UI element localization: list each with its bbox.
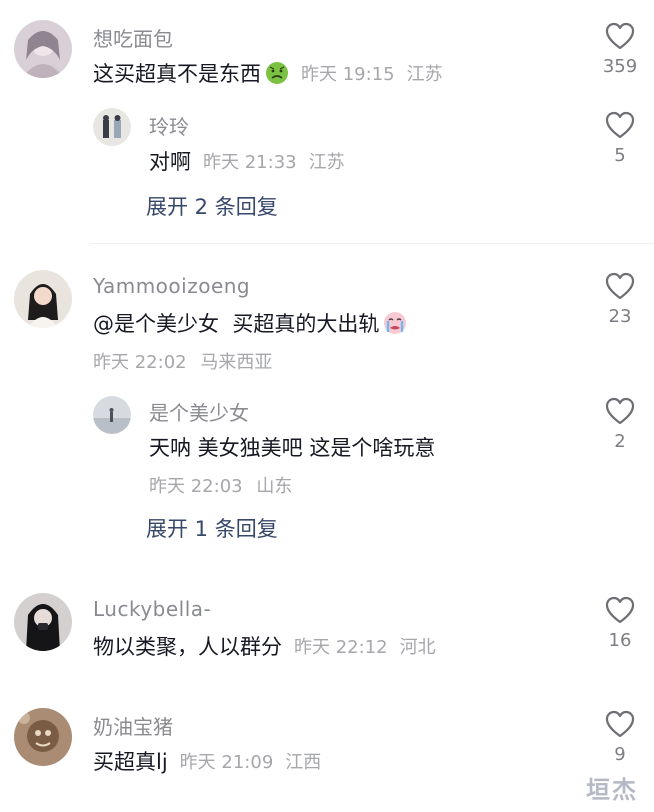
like-button[interactable]: 5 [600, 111, 640, 166]
reply-text-content: 对啊 [149, 150, 191, 174]
reply-text: 对啊 昨天 21:33 江苏 [149, 146, 345, 176]
comment-location: 江苏 [406, 64, 443, 85]
comment-time: 昨天 22:12 [294, 637, 388, 658]
comment-text: 买超真lj 昨天 21:09 江西 [93, 746, 321, 776]
comment-time: 昨天 21:09 [179, 752, 274, 773]
heart-outline-icon [605, 710, 635, 738]
comment-text: 物以类聚，人以群分 昨天 22:12 河北 [93, 631, 436, 661]
like-button[interactable]: 9 [600, 710, 640, 765]
avatar[interactable] [14, 593, 72, 651]
avatar[interactable] [14, 20, 72, 78]
comment-location: 江西 [285, 752, 322, 773]
reply-time: 昨天 22:03 [149, 476, 243, 497]
heart-outline-icon [605, 111, 635, 139]
comment-username[interactable]: Luckybella- [93, 597, 211, 621]
watermark: 垣杰 [586, 776, 638, 804]
reply-location: 江苏 [308, 152, 345, 173]
like-count: 359 [602, 56, 638, 77]
heart-outline-icon [605, 596, 635, 624]
comment-time: 昨天 22:02 [93, 352, 187, 373]
comment-meta: 昨天 22:02 马来西亚 [93, 348, 272, 374]
avatar[interactable] [93, 108, 131, 146]
like-count: 2 [614, 431, 626, 452]
like-count: 23 [608, 306, 632, 327]
comment-text-content: 买超真lj [93, 750, 168, 774]
like-count: 9 [614, 744, 626, 765]
comment-text-content: @是个美少女 买超真的大出轨 [93, 312, 380, 336]
comment-text-content: 物以类聚，人以群分 [93, 635, 282, 659]
reply-location: 山东 [256, 476, 293, 497]
comment-location: 马来西亚 [200, 352, 273, 373]
heart-outline-icon [605, 22, 635, 50]
heart-outline-icon [605, 397, 635, 425]
crying-face-emoji [383, 311, 407, 335]
expand-replies-button[interactable]: 展开 1 条回复 [146, 513, 278, 543]
avatar[interactable] [14, 708, 72, 766]
like-button[interactable]: 23 [600, 272, 640, 327]
like-count: 16 [608, 630, 632, 651]
comment-username[interactable]: 奶油宝猪 [93, 711, 173, 740]
like-button[interactable]: 359 [600, 22, 640, 77]
divider [90, 243, 654, 244]
avatar[interactable] [14, 270, 72, 328]
comment-time: 昨天 19:15 [301, 64, 395, 85]
reply-username[interactable]: 玲玲 [149, 111, 189, 140]
reply-time: 昨天 21:33 [203, 152, 297, 173]
like-count: 5 [614, 145, 626, 166]
reply-meta: 昨天 22:03 山东 [149, 472, 292, 498]
heart-outline-icon [605, 272, 635, 300]
reply-username[interactable]: 是个美少女 [149, 397, 249, 426]
comment-username[interactable]: Yammooizoeng [93, 274, 250, 298]
reply-text: 天呐 美女独美吧 这是个啥玩意 [149, 432, 435, 462]
comment-text-content: 这买超真不是东西 [93, 62, 261, 86]
comment-text: @是个美少女 买超真的大出轨 [93, 308, 407, 338]
comment-location: 河北 [399, 637, 436, 658]
comment-text: 这买超真不是东西 昨天 19:15 江苏 [93, 58, 443, 88]
comment-username[interactable]: 想吃面包 [93, 23, 173, 52]
expand-replies-button[interactable]: 展开 2 条回复 [146, 191, 278, 221]
like-button[interactable]: 16 [600, 596, 640, 651]
avatar[interactable] [93, 396, 131, 434]
nauseated-face-emoji [265, 61, 289, 85]
like-button[interactable]: 2 [600, 397, 640, 452]
reply-text-content: 天呐 美女独美吧 这是个啥玩意 [149, 436, 436, 460]
